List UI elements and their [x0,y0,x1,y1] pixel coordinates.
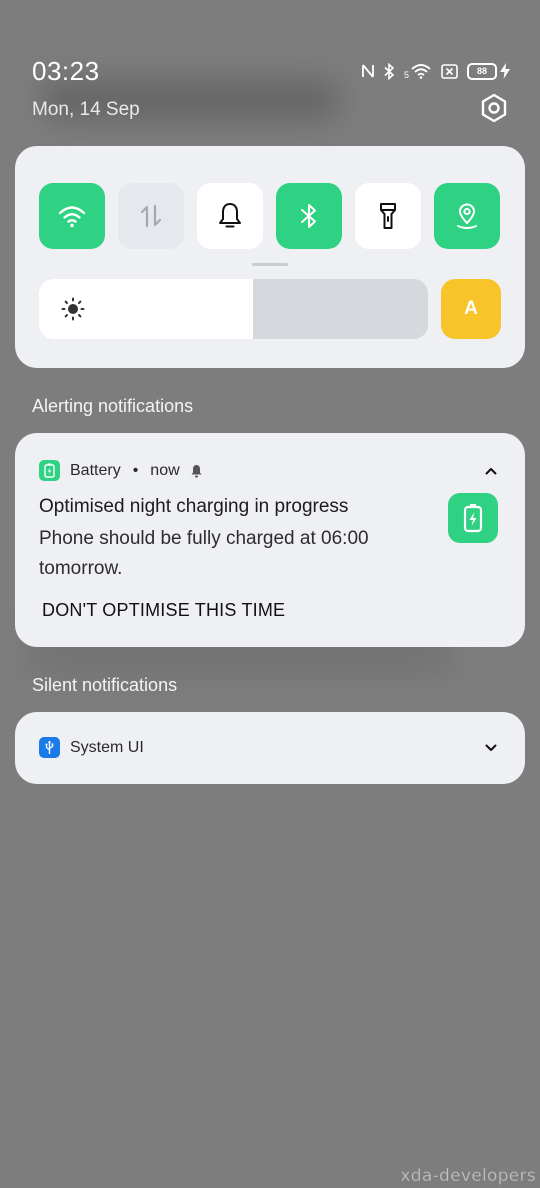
system-ui-header: System UI [39,737,144,758]
bluetooth-icon [301,204,316,228]
charging-battery-icon [448,493,498,543]
notification-time: now [150,461,180,479]
brightness-slider[interactable] [39,279,428,339]
bell-icon [219,203,241,228]
bluetooth-icon [384,62,395,80]
status-time: 03:23 [32,56,100,86]
battery-app-icon [39,460,60,481]
tile-bluetooth[interactable] [276,183,342,249]
tile-location[interactable] [434,183,500,249]
quick-settings-panel: A [15,146,525,368]
silent-section-label: Silent notifications [32,675,178,695]
nfc-icon [361,63,375,79]
expand-chevron-icon[interactable] [483,740,499,756]
notification-title: Optimised night charging in progress [39,496,349,517]
notification-header: Battery • now [39,460,203,481]
battery-notification-card[interactable]: Battery • now Optimised night charging i… [15,433,525,647]
auto-brightness-button[interactable]: A [441,279,501,339]
battery-icon: 88 [467,62,497,80]
notification-body: Phone should be fully charged at 06:00 t… [39,528,369,579]
data-arrows-icon [140,204,162,228]
sun-icon [61,297,85,321]
tile-sound[interactable] [197,183,263,249]
alert-bell-icon [191,464,202,477]
status-icons: 5 88 [361,60,510,82]
status-date: Mon, 14 Sep [32,99,140,120]
system-ui-notification-card[interactable]: System UI [15,712,525,784]
usb-icon [39,737,60,758]
collapse-chevron-icon[interactable] [483,463,499,479]
flashlight-icon [380,203,396,229]
tile-flashlight[interactable] [355,183,421,249]
charging-bolt-icon [500,63,510,79]
alerting-section-label: Alerting notifications [32,396,194,416]
location-icon [457,203,477,229]
drag-handle[interactable] [252,263,288,266]
battery-level: 88 [476,66,487,76]
wifi-5g-icon: 5 [404,62,432,80]
watermark: xda-developers [400,1166,536,1187]
wifi-icon [58,206,86,228]
tile-mobile-data[interactable] [118,183,184,249]
dont-optimise-button[interactable]: DON'T OPTIMISE THIS TIME [42,600,285,621]
sim-off-icon [441,63,458,79]
network-type-label: 5 [403,70,409,80]
system-ui-app-name: System UI [70,738,144,756]
separator-dot: • [132,461,139,479]
tile-wifi[interactable] [39,183,105,249]
settings-gear-icon[interactable] [478,92,510,124]
notification-app-name: Battery [70,461,121,479]
